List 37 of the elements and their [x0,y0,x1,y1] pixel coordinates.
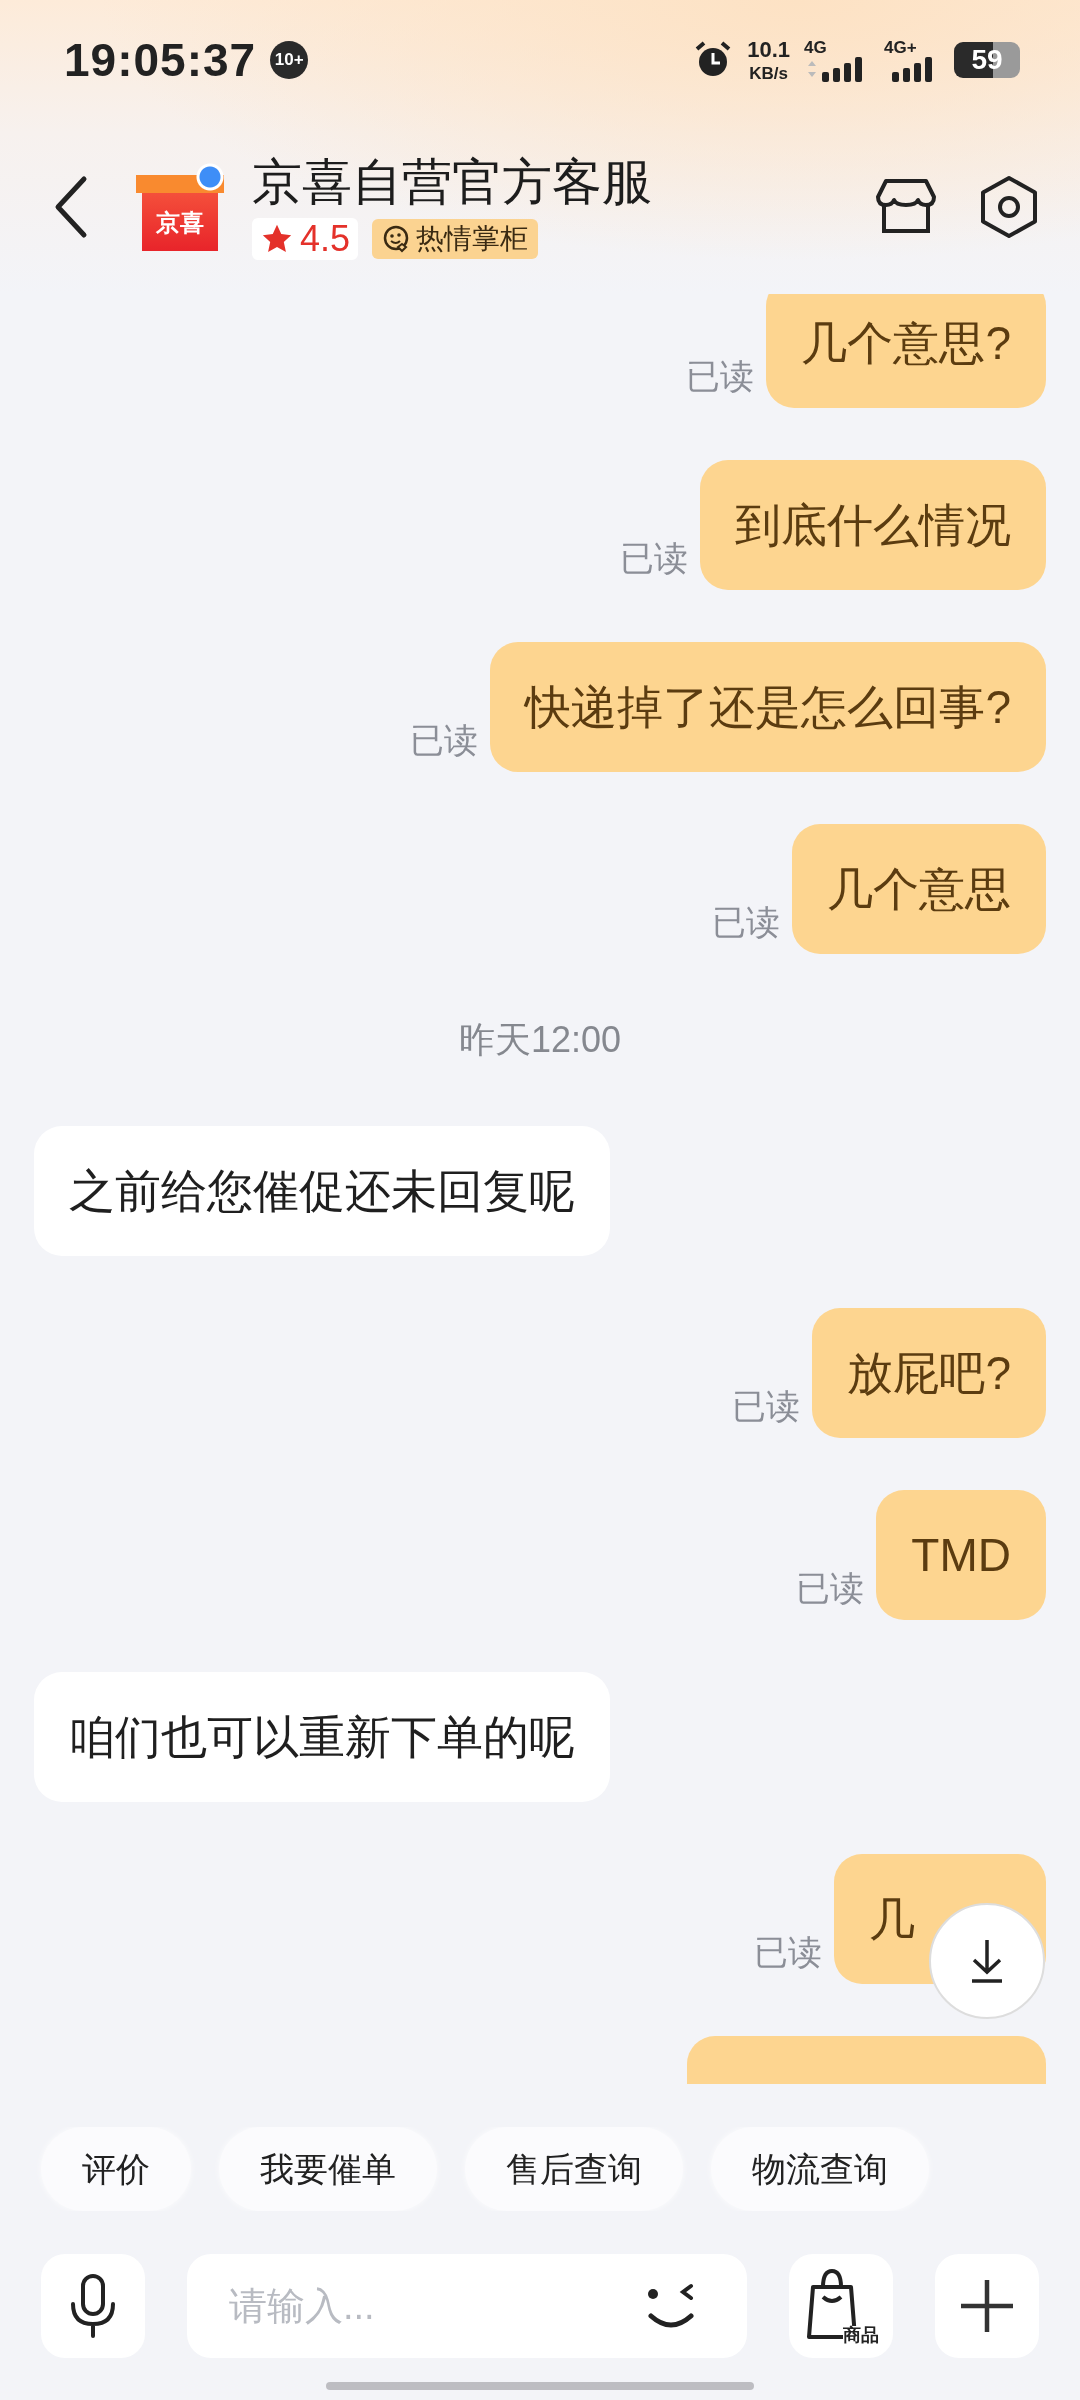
notification-badge: 10+ [270,41,309,79]
network-type: 4G [804,38,827,56]
plus-icon [959,2278,1015,2334]
message-bubble: 几个意思? [766,294,1046,408]
add-button[interactable] [935,2254,1039,2358]
message-time: 昨天12:00 [458,1018,622,1062]
read-receipt: 已读 [796,1568,865,1609]
message-bubble: 放屁吧? [812,1308,1046,1438]
goods-button[interactable]: 商品 [789,2254,893,2358]
quick-reply-chip[interactable]: 售后查询 [465,2127,683,2211]
message-bubble: 到底什么情况 [700,460,1046,590]
network-type: 4G+ [884,38,917,56]
message-bubble: 之前给您催促还未回复呢 [34,1126,610,1256]
network-speed: 10.1 KB/s [747,38,790,82]
message-bubble: 几个意思 [792,824,1046,954]
message-bubble: TMD [876,1490,1046,1620]
status-time: 19:05:37 [64,32,257,88]
read-receipt: 已读 [712,902,780,943]
badge-label: 热情掌柜 [416,221,529,256]
message-bubble: 快递掉了还是怎么回事? [490,642,1046,772]
settings-button[interactable] [978,175,1040,239]
read-receipt: 已读 [732,1386,801,1427]
shop-title: 京喜自营官方客服 [252,154,652,212]
read-receipt: 已读 [410,720,479,761]
rating-value: 4.5 [300,220,351,257]
settings-icon [978,175,1040,239]
quick-reply-chip[interactable]: 物流查询 [711,2127,929,2211]
battery-indicator: 59 [954,42,1020,78]
quick-reply-chip[interactable]: 评价 [41,2127,191,2211]
shop-logo: 京喜 [136,163,224,251]
read-receipt: 已读 [620,538,688,579]
read-receipt: 已读 [754,1932,822,1973]
message-input[interactable]: 请输入... [187,2254,747,2358]
quick-reply-chip[interactable]: 我要催单 [219,2127,437,2211]
message-bubble: 咱们也可以重新下单的呢 [34,1672,610,1802]
voice-button[interactable] [41,2254,145,2358]
read-receipt: 已读 [686,356,755,397]
